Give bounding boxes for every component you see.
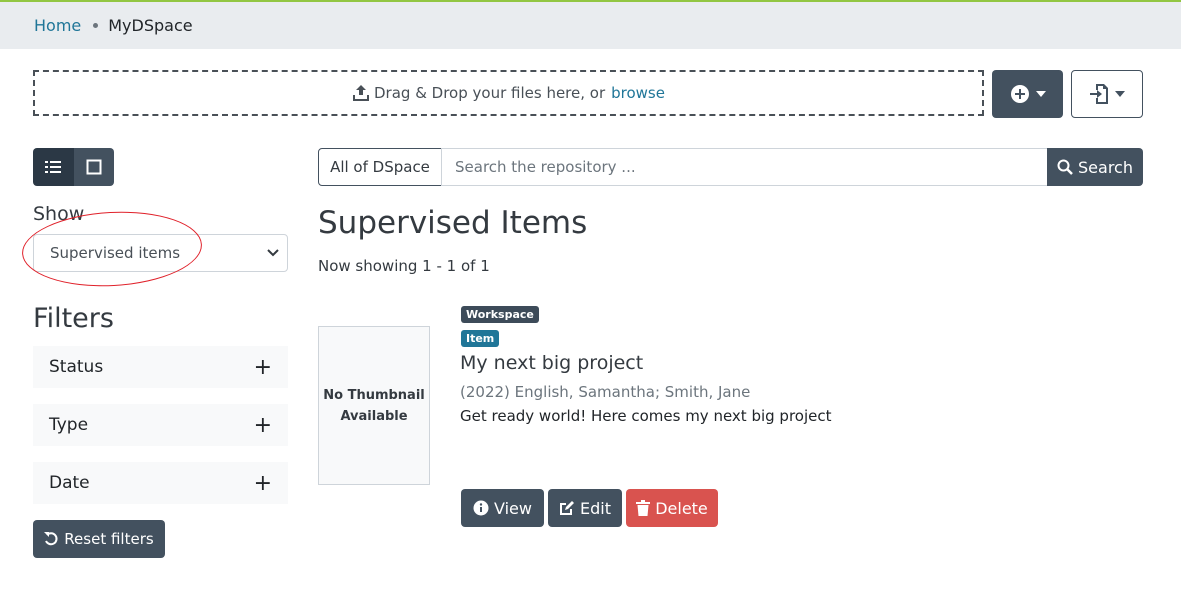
breadcrumb-separator — [93, 23, 99, 28]
undo-icon — [44, 532, 58, 546]
file-import-icon — [1090, 84, 1108, 104]
facet-label: Date — [49, 473, 90, 493]
dropzone-text: Drag & Drop your files here, or — [374, 84, 606, 102]
search-button[interactable]: Search — [1047, 148, 1143, 186]
view-button[interactable]: View — [461, 489, 544, 527]
search-input[interactable]: Search the repository ... — [441, 148, 1048, 186]
type-badge: Item — [461, 330, 500, 347]
reset-filters-button[interactable]: Reset filters — [33, 520, 165, 558]
results-count: Now showing 1 - 1 of 1 — [318, 257, 490, 275]
reset-filters-label: Reset filters — [64, 530, 154, 548]
add-new-button[interactable] — [992, 70, 1063, 118]
delete-button-label: Delete — [655, 498, 708, 518]
browse-link[interactable]: browse — [611, 84, 665, 102]
plus-circle-icon — [1010, 85, 1029, 103]
plus-icon: + — [253, 354, 272, 380]
item-metadata: (2022) English, Samantha; Smith, Jane — [460, 383, 751, 401]
breadcrumb-home-link[interactable]: Home — [34, 16, 81, 35]
view-button-label: View — [494, 498, 532, 518]
facet-status[interactable]: Status + — [33, 346, 288, 388]
plus-icon: + — [253, 412, 272, 438]
edit-button-label: Edit — [580, 498, 611, 518]
search-button-label: Search — [1078, 157, 1133, 177]
filters-heading: Filters — [33, 303, 114, 334]
view-mode-toggle — [33, 148, 114, 186]
chevron-down-icon — [267, 249, 279, 257]
item-title-link[interactable]: My next big project — [460, 352, 643, 374]
import-button[interactable] — [1071, 70, 1143, 118]
page-title: Supervised Items — [318, 205, 588, 241]
caret-down-icon — [1035, 91, 1046, 97]
plus-icon: + — [253, 470, 272, 496]
thumbnail-placeholder: No Thumbnail Available — [318, 326, 430, 485]
thumbnail-text-line-2: Available — [340, 408, 408, 424]
list-view-button[interactable] — [33, 148, 74, 186]
item-abstract: Get ready world! Here comes my next big … — [460, 407, 832, 425]
status-badge: Workspace — [461, 306, 539, 323]
square-icon — [86, 159, 102, 175]
facet-label: Status — [49, 357, 104, 377]
facet-date[interactable]: Date + — [33, 462, 288, 504]
trash-icon — [636, 500, 651, 516]
breadcrumb: Home MyDSpace — [0, 2, 1181, 49]
edit-icon — [560, 501, 574, 515]
edit-button[interactable]: Edit — [548, 489, 622, 527]
list-icon — [45, 161, 62, 173]
facet-type[interactable]: Type + — [33, 404, 288, 446]
thumbnail-text-line-1: No Thumbnail — [323, 387, 425, 403]
delete-button[interactable]: Delete — [626, 489, 718, 527]
search-scope-button[interactable]: All of DSpace — [318, 148, 442, 186]
upload-icon — [353, 85, 369, 101]
breadcrumb-current: MyDSpace — [108, 16, 193, 35]
file-dropzone[interactable]: Drag & Drop your files here, or browse — [33, 70, 984, 116]
grid-view-button[interactable] — [73, 148, 114, 186]
caret-down-icon — [1115, 91, 1125, 97]
facet-label: Type — [49, 415, 89, 435]
info-icon — [473, 500, 489, 516]
search-icon — [1057, 159, 1073, 175]
